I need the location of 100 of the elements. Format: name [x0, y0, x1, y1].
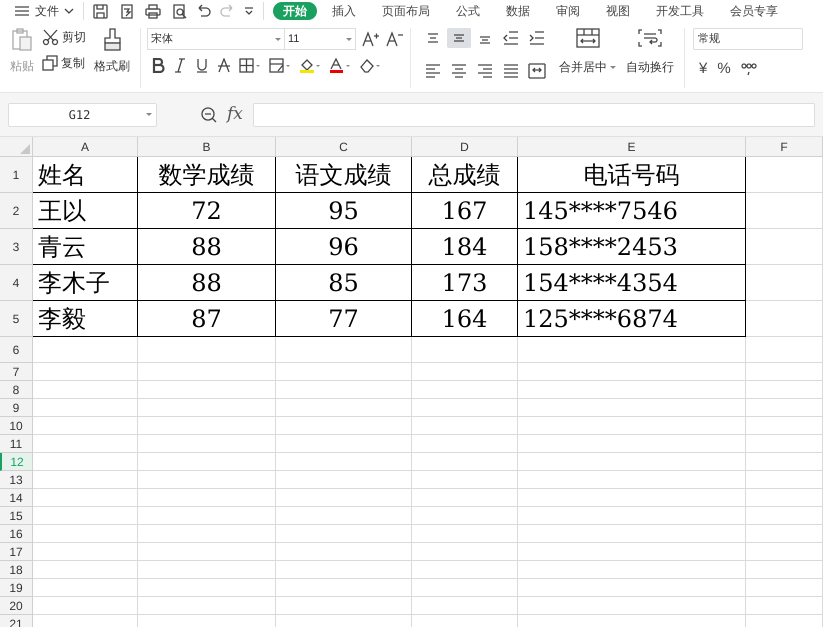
row-header[interactable]: 1: [0, 157, 33, 193]
column-header[interactable]: B: [138, 137, 276, 156]
row-header[interactable]: 19: [0, 579, 33, 597]
export-icon[interactable]: [119, 4, 134, 18]
font-size-field[interactable]: 11: [284, 28, 356, 50]
ribbon-tab[interactable]: 数据: [504, 2, 532, 20]
caret-icon[interactable]: [346, 38, 352, 40]
row-header[interactable]: 15: [0, 507, 33, 525]
row-header[interactable]: 9: [0, 399, 33, 417]
menu-icon[interactable]: [14, 5, 30, 17]
name-box[interactable]: G12: [8, 102, 157, 126]
function-label[interactable]: fx: [227, 102, 243, 128]
caret-icon[interactable]: [275, 38, 281, 40]
cell-style-icon[interactable]: [269, 58, 291, 73]
copy-button[interactable]: 复制: [61, 54, 85, 72]
table-cell: 88: [138, 229, 276, 265]
ribbon-tab[interactable]: 会员专享: [728, 2, 780, 20]
row-header[interactable]: 17: [0, 543, 33, 561]
row-header[interactable]: 18: [0, 561, 33, 579]
merge-cells-icon[interactable]: [576, 28, 600, 48]
table-cell: 李毅: [33, 301, 138, 337]
fill-color-icon[interactable]: [299, 58, 321, 73]
bold-icon[interactable]: [151, 58, 165, 73]
row-header[interactable]: 2: [0, 193, 33, 229]
zoom-icon[interactable]: [201, 106, 217, 122]
ribbon-tab[interactable]: 页面布局: [380, 2, 432, 20]
caret-icon[interactable]: [610, 66, 616, 68]
ribbon-tab[interactable]: 公式: [454, 2, 482, 20]
table-cell: 125****6874: [518, 301, 746, 337]
column-header[interactable]: E: [518, 137, 746, 156]
table-cell: 96: [276, 229, 412, 265]
table-cell: 电话号码: [518, 157, 746, 193]
clipboard-icon[interactable]: [11, 28, 33, 51]
table-cell: 77: [276, 301, 412, 337]
ribbon-tab[interactable]: 审阅: [554, 2, 582, 20]
table-cell: 154****4354: [518, 265, 746, 301]
save-icon[interactable]: [93, 4, 108, 18]
wrap-text-icon[interactable]: [638, 28, 662, 48]
number-format-button[interactable]: %: [717, 58, 731, 80]
table-cell: 167: [412, 193, 518, 229]
ribbon-tab[interactable]: 插入: [330, 2, 358, 20]
strikethrough-icon[interactable]: [217, 58, 231, 73]
underline-icon[interactable]: [195, 58, 209, 73]
column-header[interactable]: F: [746, 137, 823, 156]
table-cell: 184: [412, 229, 518, 265]
font-color-icon[interactable]: [329, 58, 351, 73]
thousands-separator-icon[interactable]: [740, 62, 757, 76]
row-header[interactable]: 6: [0, 337, 33, 363]
align-middle-icon[interactable]: [447, 28, 471, 48]
brush-icon[interactable]: [102, 28, 122, 51]
table-cell: 173: [412, 265, 518, 301]
italic-icon[interactable]: [173, 58, 187, 73]
wrap-text-button[interactable]: 自动换行: [626, 58, 674, 76]
eraser-icon[interactable]: [359, 58, 381, 73]
row-header[interactable]: 13: [0, 471, 33, 489]
caret-icon[interactable]: [146, 113, 152, 116]
number-format-field[interactable]: 常规: [693, 28, 803, 50]
scissors-icon[interactable]: [42, 28, 59, 46]
row-header[interactable]: 14: [0, 489, 33, 507]
copy-icon[interactable]: [42, 55, 58, 71]
table-cell: 87: [138, 301, 276, 337]
column-header[interactable]: D: [412, 137, 518, 156]
ribbon-tab[interactable]: 视图: [604, 2, 632, 20]
table-cell: 88: [138, 265, 276, 301]
ribbon-tab[interactable]: 开发工具: [654, 2, 706, 20]
row-header[interactable]: 10: [0, 417, 33, 435]
font-name-field[interactable]: 宋体: [147, 28, 285, 50]
table-cell: 164: [412, 301, 518, 337]
row-header[interactable]: 4: [0, 265, 33, 301]
cut-button[interactable]: 剪切: [62, 28, 86, 46]
format-painter-button[interactable]: 格式刷: [94, 57, 130, 75]
undo-icon[interactable]: [196, 4, 211, 18]
row-header[interactable]: 16: [0, 525, 33, 543]
decrease-font-icon[interactable]: [386, 31, 404, 47]
number-format-button[interactable]: ¥: [699, 58, 708, 80]
row-header[interactable]: 11: [0, 435, 33, 453]
print-preview-icon[interactable]: [172, 4, 187, 18]
table-cell: 青云: [33, 229, 138, 265]
formula-input[interactable]: [252, 102, 815, 126]
dropdown-icon[interactable]: [244, 7, 254, 15]
table-cell: 总成绩: [412, 157, 518, 193]
table-cell: 数学成绩: [138, 157, 276, 193]
row-header[interactable]: 8: [0, 381, 33, 399]
increase-font-icon[interactable]: [362, 31, 380, 47]
borders-icon[interactable]: [239, 58, 261, 73]
row-header[interactable]: 20: [0, 597, 33, 615]
row-header[interactable]: 3: [0, 229, 33, 265]
table-cell: 95: [276, 193, 412, 229]
table-cell: 72: [138, 193, 276, 229]
table-cell: 145****7546: [518, 193, 746, 229]
table-cell: 语文成绩: [276, 157, 412, 193]
file-menu[interactable]: 文件: [35, 2, 59, 20]
row-header[interactable]: 7: [0, 363, 33, 381]
column-header[interactable]: C: [276, 137, 412, 156]
print-icon[interactable]: [145, 4, 161, 18]
merge-center-button[interactable]: 合并居中: [559, 58, 616, 76]
chevron-down-icon[interactable]: [64, 8, 74, 14]
table-cell: 85: [276, 265, 412, 301]
column-header[interactable]: A: [33, 137, 138, 156]
row-header[interactable]: 5: [0, 301, 33, 337]
